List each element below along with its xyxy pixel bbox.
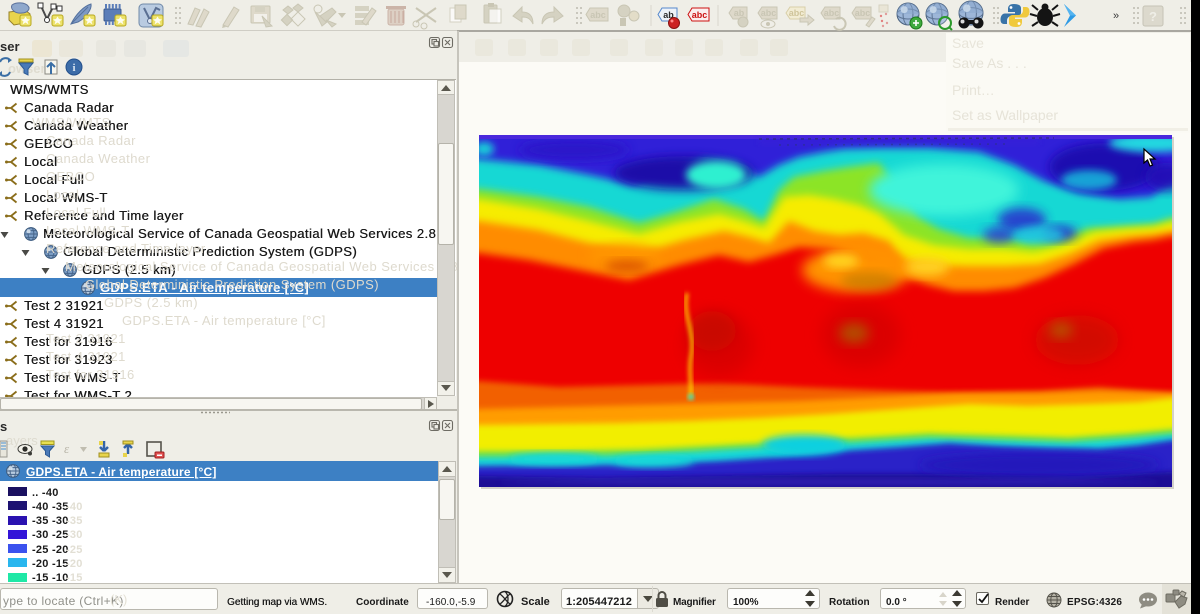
svg-text:i: i — [72, 62, 75, 74]
svg-text:abc: abc — [789, 8, 805, 18]
svg-text:ε: ε — [64, 441, 70, 456]
svg-text:ab: ab — [734, 8, 745, 18]
svg-text:abc: abc — [855, 8, 871, 18]
svg-text:abc: abc — [692, 10, 708, 20]
svg-text:»: » — [1113, 10, 1119, 22]
svg-text:abc: abc — [590, 10, 606, 20]
svg-text:?: ? — [1149, 9, 1157, 24]
svg-text:abc: abc — [824, 8, 840, 18]
svg-text:abc: abc — [761, 8, 777, 18]
